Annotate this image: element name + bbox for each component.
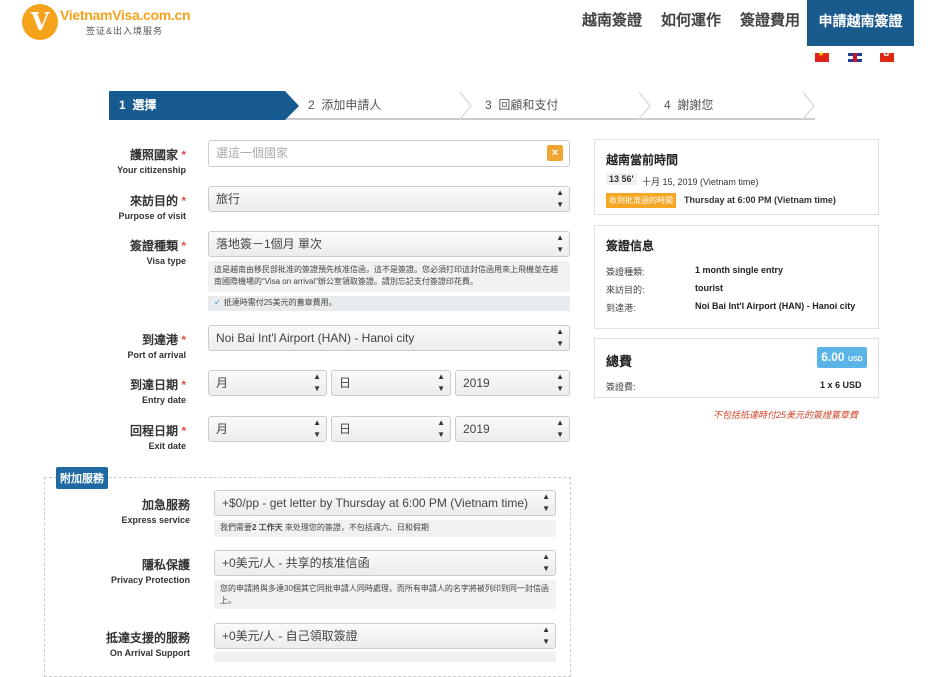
purpose-value: tourist	[695, 283, 723, 293]
purpose-key: 來訪目的:	[606, 285, 645, 295]
extra-services-title: 附加服務	[56, 467, 108, 489]
select-arrows-icon: ▲ ▼	[437, 418, 445, 439]
select-arrows-icon: ▲ ▼	[556, 372, 564, 393]
uk-flag-icon[interactable]	[848, 53, 862, 62]
nav-item-vietnam-visa[interactable]: 越南簽證	[582, 0, 642, 46]
step-label: 添加申請人	[321, 98, 382, 112]
select-arrows-icon: ▲ ▼	[313, 418, 321, 439]
citizenship-placeholder: 選這一個國家	[216, 146, 289, 160]
step-separator	[638, 91, 651, 120]
total-title: 總費	[606, 354, 633, 369]
entry-month-select[interactable]: 月 ▲ ▼	[208, 370, 327, 396]
entry-year-select[interactable]: 2019 ▲ ▼	[455, 370, 570, 396]
logo-mark-icon: V	[22, 4, 58, 40]
site-logo[interactable]: V VietnamVisa.com.cn 签证&出入境服务	[22, 4, 192, 42]
select-arrows-icon: ▲ ▼	[556, 233, 564, 254]
step-number: 4	[664, 98, 671, 112]
privacy-note: 您的申請將與多達30個其它同批申請人同時處理，而所有申請人的名字將被列印到同一封…	[214, 580, 556, 609]
fee-value: 1 x 6 USD	[820, 380, 862, 390]
total-amount: 6.00 USD	[817, 347, 867, 368]
select-arrows-icon: ▲ ▼	[542, 552, 550, 573]
step-label: 回顧和支付	[498, 98, 559, 112]
privacy-label: 隱私保護 Privacy Protection	[110, 558, 190, 585]
citizenship-label: 護照國家 * Your citizenship	[117, 148, 186, 175]
step-1: 1 選擇	[109, 91, 299, 120]
fee-key: 簽證費:	[606, 382, 636, 392]
visa-type-value: 1 month single entry	[695, 265, 784, 275]
step-label: 謝謝您	[677, 98, 714, 112]
express-note: 我們需要2 工作天 來处理您的簽證，不包括週六、日和假期	[214, 520, 556, 537]
apply-visa-button[interactable]: 申請越南簽證	[807, 0, 914, 46]
current-time: 13 56'	[606, 173, 637, 185]
exit-month-select[interactable]: 月 ▲ ▼	[208, 416, 327, 442]
logo-tagline: 签证&出入境服务	[86, 26, 164, 36]
current-date: 十月 15, 2019 (Vietnam time)	[642, 177, 759, 187]
arrival-support-label: 抵達支援的服務 On Arrival Support	[105, 631, 190, 658]
entry-day-select[interactable]: 日 ▲ ▼	[331, 370, 451, 396]
exit-day-select[interactable]: 日 ▲ ▼	[331, 416, 451, 442]
select-arrows-icon: ▲ ▼	[556, 188, 564, 209]
purpose-label: 來訪目的 * Purpose of visit	[118, 194, 186, 221]
step-2: 2 添加申請人	[308, 91, 381, 120]
arrival-port-select[interactable]: Noi Bai Int'l Airport (HAN) - Hanoi city…	[208, 325, 570, 351]
step-separator	[802, 91, 815, 120]
step-number: 3	[485, 98, 492, 112]
exit-year-select[interactable]: 2019 ▲ ▼	[455, 416, 570, 442]
logo-name: VietnamVisa.com.cn	[60, 7, 191, 23]
clear-icon[interactable]: ×	[547, 145, 563, 161]
receive-time-badge: 收到批准函的時間	[606, 193, 676, 208]
arrival-support-note	[214, 652, 556, 662]
receive-time-value: Thursday at 6:00 PM (Vietnam time)	[684, 195, 836, 205]
express-label: 加急服務 Express service	[121, 498, 190, 525]
nav-item-visa-fees[interactable]: 簽證費用	[740, 0, 800, 46]
visa-type-key: 簽證種類:	[606, 267, 645, 277]
entry-date-label: 到達日期 * Entry date	[129, 378, 186, 405]
time-card-title: 越南當前時間	[606, 153, 679, 167]
visa-type-note: 這是越南由移民部批准的簽證預先核准信函，這不是簽證。您必須打印這封信函用來上飛機…	[208, 261, 570, 292]
stamp-fee-note: ✓ 抵達時需付25美元的蓋章費用。	[208, 296, 570, 311]
visa-type-select[interactable]: 落地簽－1個月 單次 ▲ ▼	[208, 231, 570, 257]
select-arrows-icon: ▲ ▼	[437, 372, 445, 393]
arrival-port-key: 到達港:	[606, 303, 636, 313]
check-icon: ✓	[214, 298, 221, 307]
step-separator	[459, 91, 472, 120]
select-arrows-icon: ▲ ▼	[542, 625, 550, 646]
visa-type-label: 簽證種類 * Visa type	[129, 239, 186, 266]
step-4: 4 謝謝您	[664, 91, 713, 120]
select-arrows-icon: ▲ ▼	[556, 418, 564, 439]
arrival-port-label: 到達港 * Port of arrival	[127, 333, 186, 360]
vietnam-flag-icon[interactable]	[815, 50, 829, 62]
privacy-select[interactable]: +0美元/人 - 共享的核准信函 ▲ ▼	[214, 550, 556, 576]
site-header: V VietnamVisa.com.cn 签证&出入境服务 越南簽證 如何運作 …	[0, 0, 939, 46]
step-number: 1	[119, 98, 126, 112]
nav-item-how-it-works[interactable]: 如何運作	[661, 0, 721, 46]
arrival-support-select[interactable]: +0美元/人 - 自己領取簽證 ▲ ▼	[214, 623, 556, 649]
select-arrows-icon: ▲ ▼	[313, 372, 321, 393]
arrival-port-value: Noi Bai Int'l Airport (HAN) - Hanoi city	[695, 301, 856, 311]
express-select[interactable]: +$0/pp - get letter by Thursday at 6:00 …	[214, 490, 556, 516]
select-arrows-icon: ▲ ▼	[556, 327, 564, 348]
step-label: 選擇	[132, 98, 157, 112]
progress-steps: 1 選擇 2 添加申請人 3 回顧和支付 4 謝謝您	[109, 91, 815, 120]
step-3: 3 回顧和支付	[485, 91, 558, 120]
hongkong-flag-icon[interactable]	[880, 49, 894, 62]
stamp-fee-warning: 不包括抵達時付25美元的簽證蓋章費	[713, 410, 859, 420]
citizenship-input[interactable]: 選這一個國家 ×	[208, 140, 570, 167]
select-arrows-icon: ▲ ▼	[542, 492, 550, 513]
visa-info-title: 簽證信息	[606, 239, 655, 253]
exit-date-label: 回程日期 * Exit date	[129, 424, 186, 451]
step-number: 2	[308, 98, 315, 112]
purpose-select[interactable]: 旅行 ▲ ▼	[208, 186, 570, 212]
